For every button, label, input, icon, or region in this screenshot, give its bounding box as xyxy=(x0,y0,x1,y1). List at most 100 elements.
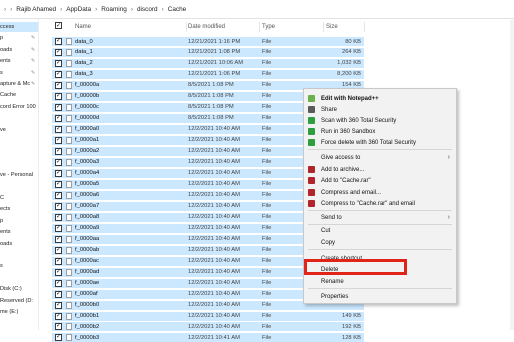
nav-item[interactable]: s xyxy=(0,261,3,271)
nav-item[interactable]: ents xyxy=(0,227,11,237)
file-row[interactable]: ✓ f_0000b3 12/2/2021 10:41 AM File 128 KB xyxy=(52,332,364,342)
row-checkbox[interactable]: ✓ xyxy=(55,125,62,133)
file-row[interactable]: ✓ data_1 12/21/2021 1:08 PM File 264 KB xyxy=(52,46,364,57)
file-type: File xyxy=(262,148,272,155)
menu-item-share[interactable]: Share xyxy=(304,104,456,115)
row-checkbox[interactable]: ✓ xyxy=(55,158,62,166)
header-name[interactable]: Name xyxy=(75,24,91,30)
row-checkbox[interactable]: ✓ xyxy=(55,312,62,320)
file-row[interactable]: ✓ data_2 12/21/2021 10:06 AM File 1,032 KB xyxy=(52,57,364,68)
nav-item[interactable]: ve xyxy=(0,125,6,135)
column-divider[interactable] xyxy=(364,22,365,32)
file-icon xyxy=(66,180,72,188)
menu-item-properties[interactable]: Properties xyxy=(304,291,456,302)
menu-item-cut[interactable]: Cut xyxy=(304,225,456,236)
row-checkbox[interactable]: ✓ xyxy=(55,257,62,265)
row-checkbox[interactable]: ✓ xyxy=(55,224,62,232)
nav-item[interactable]: ve - Personal xyxy=(0,170,33,180)
nav-item[interactable]: cord Error 100 xyxy=(0,102,36,112)
chevron-right-icon[interactable]: › xyxy=(10,6,12,13)
row-checkbox[interactable]: ✓ xyxy=(55,180,62,188)
row-checkbox[interactable]: ✓ xyxy=(55,246,62,254)
breadcrumb-item[interactable]: AppData xyxy=(66,6,91,13)
menu-item-rename[interactable]: Rename xyxy=(304,276,456,287)
row-checkbox[interactable]: ✓ xyxy=(55,114,62,122)
file-row[interactable]: ✓ data_3 12/21/2021 1:06 PM File 8,200 KB xyxy=(52,68,364,79)
nav-item-label: Reserved (D: xyxy=(0,297,33,304)
nav-item[interactable]: ects xyxy=(0,204,10,214)
menu-item-scan-with-360-total-security[interactable]: Scan with 360 Total Security xyxy=(304,115,456,126)
row-checkbox[interactable]: ✓ xyxy=(55,103,62,111)
nav-item[interactable]: ccess xyxy=(0,22,38,32)
select-all-checkbox[interactable]: ✓ xyxy=(55,22,62,29)
breadcrumb[interactable]: › › Rajib Ahamed › AppData › Roaming › discord ›… xyxy=(0,0,514,19)
breadcrumb-item[interactable]: Rajib Ahamed xyxy=(16,6,56,13)
menu-item-add-to-archive[interactable]: Add to archive... xyxy=(304,164,456,175)
file-name: data_2 xyxy=(75,60,93,67)
chevron-right-icon[interactable]: › xyxy=(162,6,164,13)
scrollbar[interactable] xyxy=(510,20,514,330)
menu-item-label: Compress and email... xyxy=(321,189,382,196)
nav-item[interactable]: Disk (C:) xyxy=(0,284,22,294)
file-name: f_0000ae xyxy=(75,280,100,287)
menu-item-give-access-to[interactable]: Give access to › xyxy=(304,152,456,163)
row-checkbox[interactable]: ✓ xyxy=(55,147,62,155)
row-checkbox[interactable]: ✓ xyxy=(55,235,62,243)
breadcrumb-item[interactable]: Roaming xyxy=(101,6,127,13)
chevron-right-icon[interactable]: › xyxy=(60,6,62,13)
nav-item[interactable]: Reserved (D: xyxy=(0,296,33,306)
nav-item[interactable]: p xyxy=(0,216,3,226)
column-divider[interactable] xyxy=(323,22,324,32)
row-checkbox[interactable]: ✓ xyxy=(55,48,62,56)
column-divider[interactable] xyxy=(259,22,260,32)
nav-item[interactable]: s ✎ xyxy=(0,68,35,78)
row-checkbox[interactable]: ✓ xyxy=(55,81,62,89)
nav-item[interactable]: Cache xyxy=(0,90,16,100)
nav-item[interactable]: me (E:) xyxy=(0,307,18,317)
menu-item-add-to-cache-rar[interactable]: Add to "Cache.rar" xyxy=(304,175,456,186)
nav-item[interactable]: oads xyxy=(0,239,12,249)
breadcrumb-item[interactable]: Cache xyxy=(168,6,186,13)
row-checkbox[interactable]: ✓ xyxy=(55,38,62,45)
chevron-right-icon[interactable]: › xyxy=(95,6,97,13)
menu-item-label: Cut xyxy=(321,227,331,234)
header-type[interactable]: Type xyxy=(262,24,275,30)
row-checkbox[interactable]: ✓ xyxy=(55,169,62,177)
row-checkbox[interactable]: ✓ xyxy=(55,290,62,298)
menu-item-force-delete-with-360-total-security[interactable]: Force delete with 360 Total Security xyxy=(304,137,456,148)
menu-item-copy[interactable]: Copy xyxy=(304,237,456,248)
nav-item[interactable]: oads ✎ xyxy=(0,45,35,55)
nav-item[interactable]: C xyxy=(0,193,4,203)
row-checkbox[interactable]: ✓ xyxy=(55,334,62,342)
file-row[interactable]: ✓ f_0000b1 12/2/2021 10:40 AM File 149 KB xyxy=(52,310,364,321)
menu-item-compress-to-cache-rar-and-email[interactable]: Compress to "Cache.rar" and email xyxy=(304,198,456,209)
column-divider[interactable] xyxy=(186,22,187,32)
select-all-checkbox[interactable] xyxy=(42,22,52,32)
file-date: 12/21/2021 1:06 PM xyxy=(188,71,241,78)
file-name: f_00000b xyxy=(75,93,100,100)
nav-item[interactable]: apture & Mc ✎ xyxy=(0,79,35,89)
row-checkbox[interactable]: ✓ xyxy=(55,323,62,331)
file-row[interactable]: ✓ data_0 12/21/2021 1:16 PM File 80 KB xyxy=(52,36,364,46)
header-date-modified[interactable]: Date modified xyxy=(188,24,225,30)
row-checkbox[interactable]: ✓ xyxy=(55,136,62,144)
row-checkbox[interactable]: ✓ xyxy=(55,191,62,199)
menu-item-send-to[interactable]: Send to › xyxy=(304,212,456,223)
menu-item-run-in-360-sandbox[interactable]: Run in 360 Sandbox xyxy=(304,126,456,137)
breadcrumb-item[interactable]: discord xyxy=(137,6,158,13)
header-size[interactable]: Size xyxy=(326,24,338,30)
row-checkbox[interactable]: ✓ xyxy=(55,301,62,309)
row-checkbox[interactable]: ✓ xyxy=(55,279,62,287)
row-checkbox[interactable]: ✓ xyxy=(55,70,62,78)
row-checkbox[interactable]: ✓ xyxy=(55,59,62,67)
nav-item[interactable]: p ✎ xyxy=(0,33,35,43)
menu-item-edit-with-notepad[interactable]: Edit with Notepad++ xyxy=(304,93,456,104)
row-checkbox[interactable]: ✓ xyxy=(55,202,62,210)
row-checkbox[interactable]: ✓ xyxy=(55,268,62,276)
menu-item-compress-and-email[interactable]: Compress and email... xyxy=(304,187,456,198)
file-type: File xyxy=(262,159,272,166)
chevron-right-icon[interactable]: › xyxy=(131,6,133,13)
row-checkbox[interactable]: ✓ xyxy=(55,213,62,221)
nav-item[interactable]: ents ✎ xyxy=(0,56,35,66)
row-checkbox[interactable]: ✓ xyxy=(55,92,62,100)
